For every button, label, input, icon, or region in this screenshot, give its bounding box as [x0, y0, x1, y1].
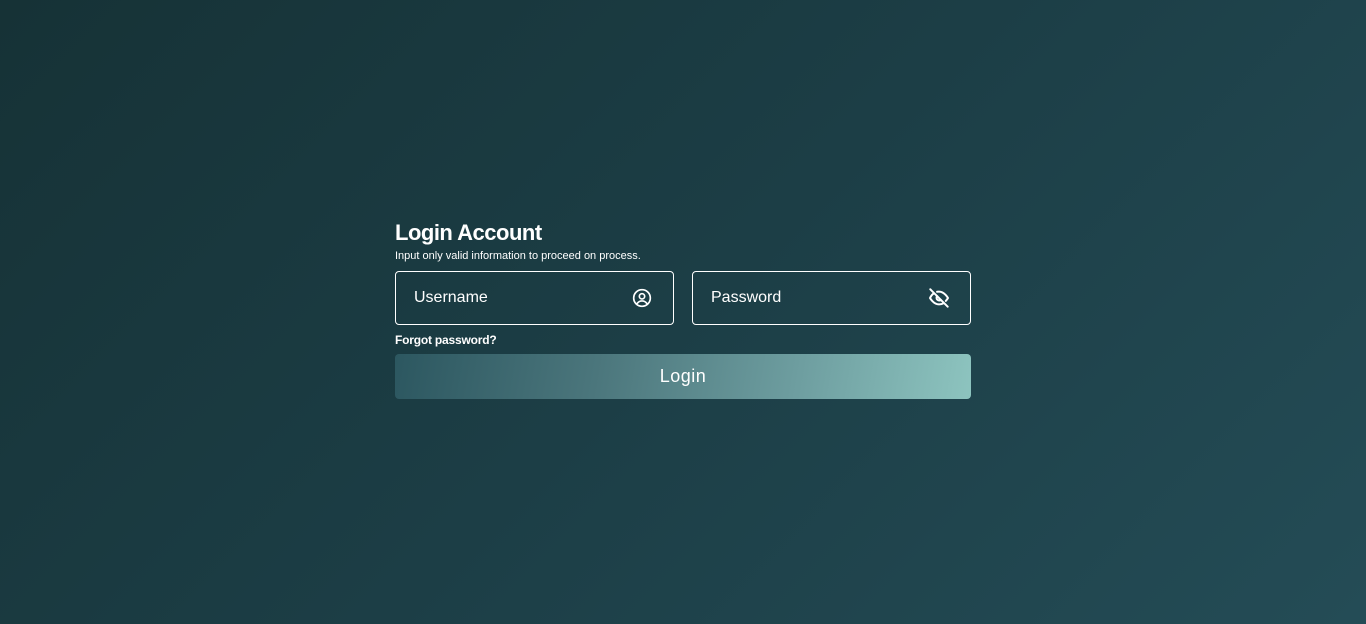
username-field-container	[395, 271, 674, 325]
page-subtitle: Input only valid information to proceed …	[395, 250, 641, 262]
credential-fields	[395, 271, 971, 325]
eye-slash-icon[interactable]	[928, 287, 950, 309]
user-circle-icon	[631, 287, 653, 309]
password-field-container	[692, 271, 971, 325]
login-panel: Login Account Input only valid informati…	[395, 220, 971, 399]
login-button[interactable]: Login	[395, 354, 971, 399]
forgot-password-link[interactable]: Forgot password?	[395, 333, 497, 347]
page-title: Login Account	[395, 220, 542, 245]
